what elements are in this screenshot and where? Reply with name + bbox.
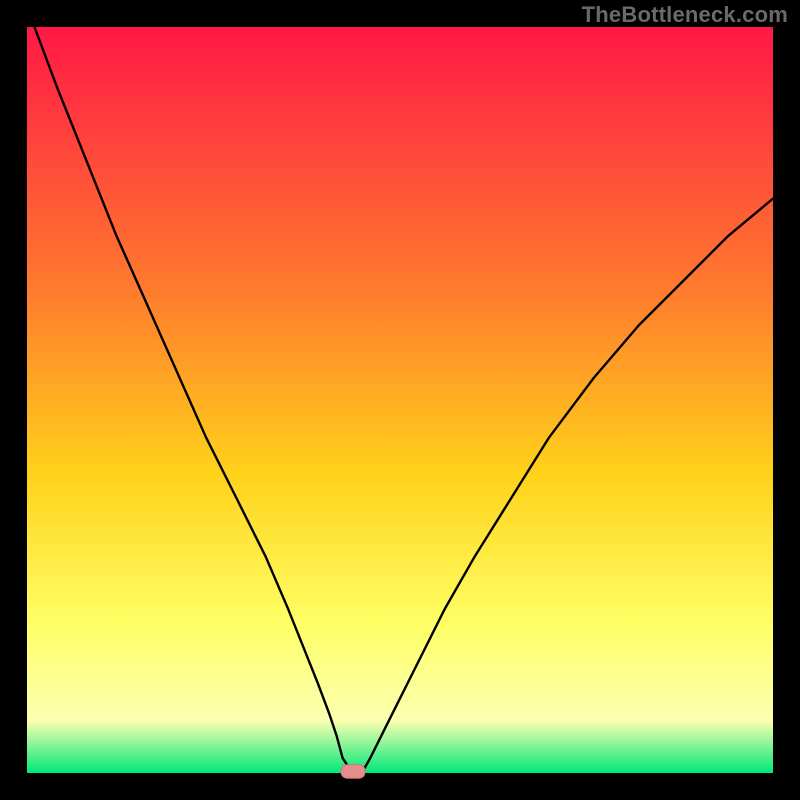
optimum-marker — [341, 765, 365, 778]
chart-frame: { "watermark": "TheBottleneck.com", "col… — [0, 0, 800, 800]
bottleneck-chart — [0, 0, 800, 800]
plot-background — [27, 27, 773, 773]
